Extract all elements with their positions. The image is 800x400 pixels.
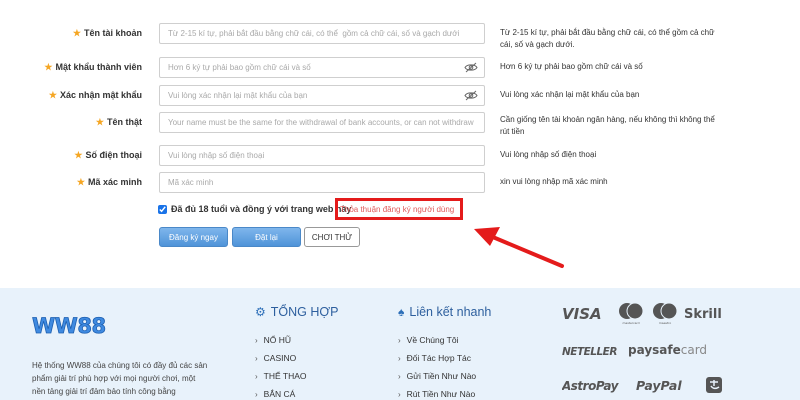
alipay-icon	[706, 377, 722, 393]
ww88-logo[interactable]: WW88	[32, 312, 112, 338]
footer-link[interactable]: › Đối Tác Hợp Tác	[398, 349, 476, 367]
confirm-password-label: ★ Xác nhận mật khẩu	[48, 90, 142, 100]
phone-input[interactable]	[159, 145, 485, 166]
age-agree-text: Đã đủ 18 tuổi và đồng ý với trang web nà…	[171, 204, 352, 214]
visa-logo: VISA	[562, 305, 602, 321]
phone-label: ★ Số điện thoại	[74, 150, 142, 160]
svg-text:mastercard: mastercard	[622, 321, 639, 325]
row-password: ★ Mật khẩu thành viên Hơn 6 ký tự phải ba…	[0, 57, 800, 79]
footer-col2-title: ♠ Liên kết nhanh	[398, 305, 492, 319]
svg-text:paysafecard: paysafecard	[628, 343, 707, 357]
star-icon: ★	[48, 90, 57, 100]
footer-link[interactable]: › THỂ THAO	[255, 367, 307, 385]
footer-link[interactable]: › NỔ HŨ	[255, 331, 307, 349]
star-icon: ★	[95, 117, 104, 127]
footer-link[interactable]: › Rút Tiền Như Nào	[398, 385, 476, 400]
chevron-right-icon: ›	[255, 371, 258, 381]
footer-col2-list: › Về Chúng Tôi › Đối Tác Hợp Tác › Gửi Tiền…	[398, 331, 476, 400]
username-label: ★ Tên tài khoản	[72, 28, 142, 38]
site-footer: WW88 Hệ thống WW88 của chúng tôi có đầy …	[0, 288, 800, 400]
footer-link[interactable]: › Về Chúng Tôi	[398, 331, 476, 349]
footer-link[interactable]: › CASINO	[255, 349, 307, 367]
registration-form: ★ Tên tài khoản Từ 2-15 kí tự, phải bắt đ…	[0, 0, 800, 288]
chevron-right-icon: ›	[398, 335, 401, 345]
svg-text:VISA: VISA	[562, 305, 602, 321]
svg-text:WW88: WW88	[32, 314, 106, 338]
chevron-right-icon: ›	[255, 335, 258, 345]
row-username: ★ Tên tài khoản Từ 2-15 kí tự, phải bắt đ…	[0, 23, 800, 49]
chevron-right-icon: ›	[398, 353, 401, 363]
reset-button[interactable]: Đặt lại	[232, 227, 301, 247]
confirm-password-hint: Vui lòng xác nhận lại mật khẩu của bạn	[500, 90, 640, 99]
svg-text:AstroPay: AstroPay	[562, 379, 620, 393]
footer-col1-list: › NỔ HŨ › CASINO › THỂ THAO › BẮN CÁ	[255, 331, 307, 400]
real-name-label: ★ Tên thật	[95, 117, 142, 127]
eye-off-icon[interactable]	[464, 90, 478, 101]
paysafecard-logo: paysafecard	[628, 343, 707, 357]
chevron-right-icon: ›	[255, 389, 258, 399]
chevron-right-icon: ›	[398, 389, 401, 399]
username-input[interactable]	[159, 23, 485, 44]
real-name-input[interactable]	[159, 112, 485, 133]
star-icon: ★	[44, 62, 53, 72]
confirm-password-input[interactable]	[159, 85, 485, 106]
astropay-logo: AstroPay	[562, 379, 620, 393]
phone-hint: Vui lòng nhập số điện thoại	[500, 150, 597, 159]
footer-description: Hệ thống WW88 của chúng tôi có đầy đủ cá…	[32, 361, 208, 396]
chevron-right-icon: ›	[398, 371, 401, 381]
username-hint: Từ 2-15 kí tự, phải bắt đầu bằng chữ cái…	[500, 28, 715, 49]
maestro-logo: maestro	[653, 302, 678, 325]
verification-code-hint: xin vui lòng nhập mã xác minh	[500, 177, 608, 186]
footer-link[interactable]: › Gửi Tiền Như Nào	[398, 367, 476, 385]
register-button[interactable]: Đăng ký ngay	[159, 227, 228, 247]
terms-link[interactable]: Thỏa thuận đăng ký người dùng	[340, 205, 454, 214]
footer-col1-title: ⚙ TỔNG HỢP	[255, 305, 339, 319]
chevron-right-icon: ›	[255, 353, 258, 363]
svg-text:PayPal: PayPal	[636, 378, 682, 393]
age-agree-checkbox[interactable]	[158, 204, 167, 214]
eye-off-icon[interactable]	[464, 62, 478, 73]
row-verification-code: ★Mã xác minh xin vui lòng nhập mã xác mi…	[0, 172, 800, 194]
svg-text:NETELLER: NETELLER	[562, 346, 617, 357]
password-input[interactable]	[159, 57, 485, 78]
star-icon: ★	[74, 150, 83, 160]
neteller-logo: NETELLER	[562, 346, 618, 357]
spade-icon: ♠	[398, 305, 405, 319]
demo-button[interactable]: CHƠI THỬ	[304, 227, 360, 247]
svg-text:maestro: maestro	[659, 321, 672, 325]
password-label: ★ Mật khẩu thành viên	[44, 62, 142, 72]
age-agree-checkbox-row[interactable]: Đã đủ 18 tuổi và đồng ý với trang web nà…	[158, 202, 351, 216]
skrill-logo: Skrill	[684, 307, 722, 321]
mastercard-logo: mastercard	[619, 302, 644, 325]
star-icon: ★	[76, 177, 85, 187]
real-name-hint: Cần giống tên tài khoản ngân hàng, nếu k…	[500, 115, 715, 136]
row-confirm-password: ★ Xác nhận mật khẩu Vui lòng xác nhận lại…	[0, 85, 800, 107]
paypal-logo: PayPal	[636, 378, 682, 393]
verification-code-input[interactable]	[159, 172, 485, 193]
row-real-name: ★Tên thật Cần giống tên tài khoản ngân h…	[0, 112, 800, 136]
password-hint: Hơn 6 ký tự phải bao gồm chữ cái và số	[500, 62, 643, 71]
verification-code-label: ★ Mã xác minh	[76, 177, 142, 187]
footer-link[interactable]: › BẮN CÁ	[255, 385, 307, 400]
row-phone: ★ Số điện thoại Vui lòng nhập số điện tho…	[0, 145, 800, 167]
star-icon: ★	[72, 28, 81, 38]
svg-text:Skrill: Skrill	[684, 307, 722, 321]
gear-icon: ⚙	[255, 305, 266, 319]
red-arrow-icon	[474, 227, 564, 268]
